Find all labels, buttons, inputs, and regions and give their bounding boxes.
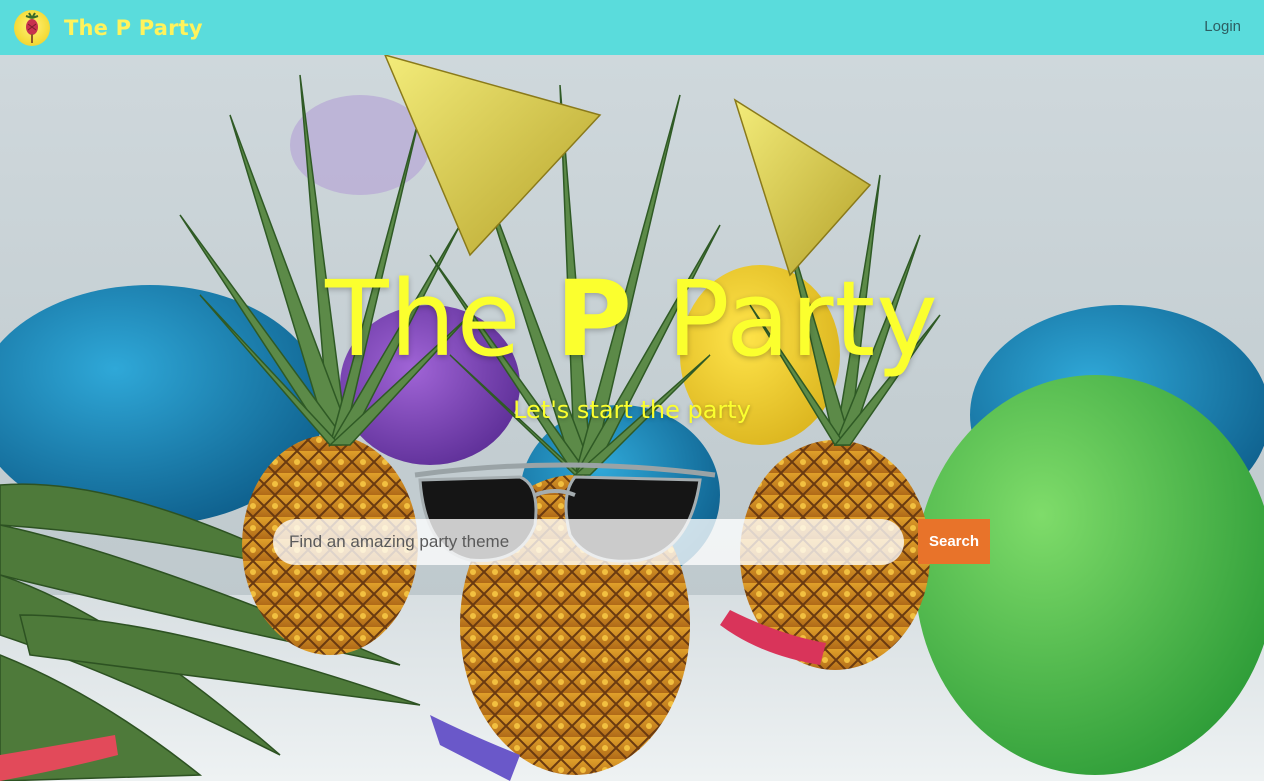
- hero-title: The P Party: [0, 262, 1264, 376]
- brand-name: The P Party: [64, 16, 203, 40]
- hero-tagline: Let's start the party: [513, 396, 751, 424]
- hero-title-bold-p: P: [555, 258, 633, 380]
- brand-home-link[interactable]: The P Party: [14, 10, 203, 46]
- top-navbar: The P Party Login: [0, 0, 1264, 55]
- search-button[interactable]: Search: [918, 519, 990, 564]
- search-input[interactable]: [273, 519, 904, 565]
- hero-title-part1: The: [325, 258, 556, 380]
- login-link[interactable]: Login: [1204, 18, 1241, 35]
- hero-title-part2: Party: [632, 258, 939, 380]
- search-form: Search: [273, 519, 993, 565]
- pineapple-logo-icon: [14, 10, 50, 46]
- landing-page: The P Party Login The P Party Let's star…: [0, 0, 1264, 781]
